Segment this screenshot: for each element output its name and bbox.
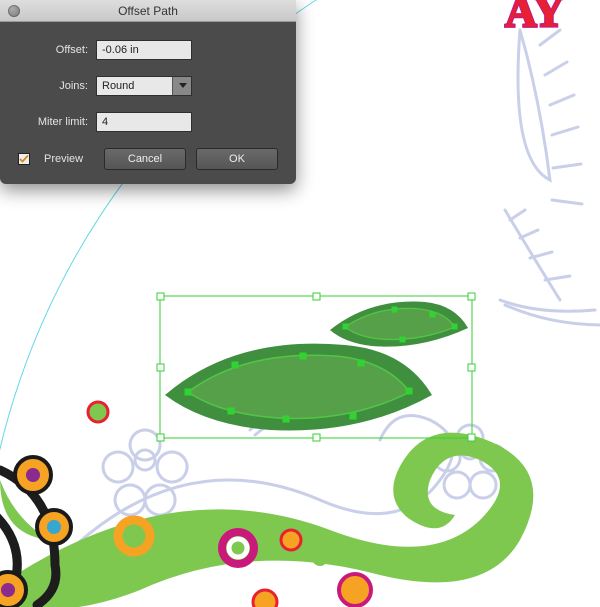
- dialog-titlebar[interactable]: Offset Path: [0, 0, 296, 22]
- offset-label: Offset:: [18, 44, 88, 56]
- green-swirl: [0, 433, 533, 607]
- joins-select[interactable]: Round: [96, 76, 192, 96]
- miter-input[interactable]: 4: [96, 112, 192, 132]
- dialog-title: Offset Path: [118, 4, 178, 18]
- offset-input[interactable]: -0.06 in: [96, 40, 192, 60]
- offset-path-dialog: Offset Path Offset: -0.06 in Joins: Roun…: [0, 0, 296, 184]
- chevron-down-icon: [179, 83, 187, 88]
- joins-label: Joins:: [18, 80, 88, 92]
- artwork-partial-text: AY: [505, 0, 565, 36]
- ok-button[interactable]: OK: [196, 148, 278, 170]
- check-icon: [19, 154, 29, 164]
- close-icon[interactable]: [8, 5, 20, 17]
- preview-checkbox[interactable]: [18, 153, 30, 165]
- miter-label: Miter limit:: [18, 116, 88, 128]
- preview-label: Preview: [44, 153, 83, 165]
- cancel-button[interactable]: Cancel: [104, 148, 186, 170]
